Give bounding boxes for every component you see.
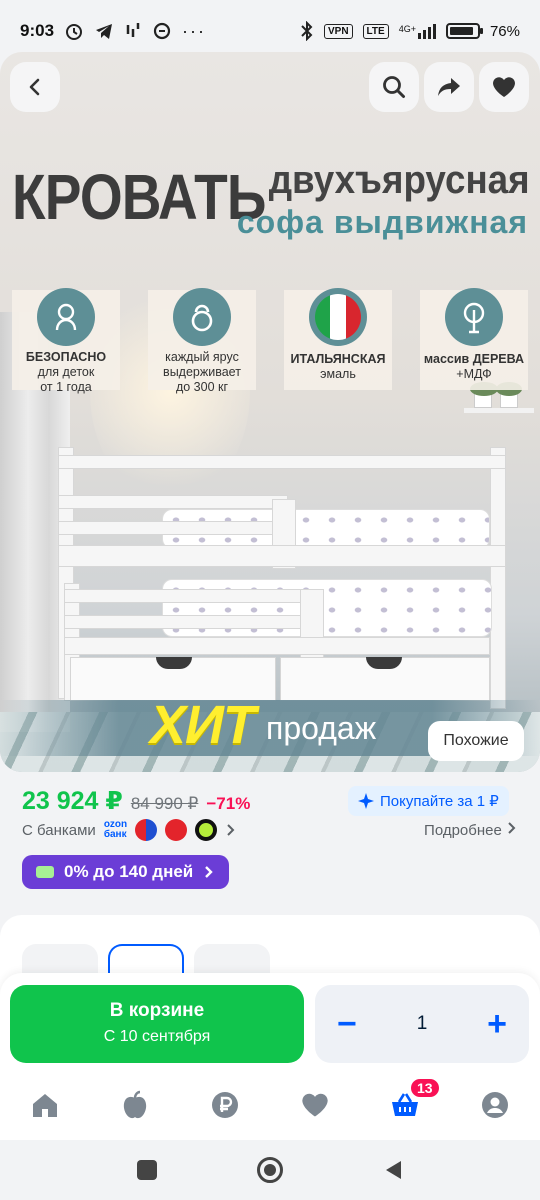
chat-icon — [153, 22, 171, 40]
kettlebell-icon — [173, 288, 231, 346]
delivery-date: С 10 сентября — [103, 1028, 211, 1045]
home-system-button[interactable] — [257, 1157, 283, 1183]
cart-count-badge: 13 — [409, 1077, 441, 1099]
feature-enamel: ИТАЛЬЯНСКАЯ эмаль — [284, 288, 392, 390]
feature-wood-bold: массив ДЕРЕВА — [423, 352, 525, 366]
feature-safe-bold: БЕЗОПАСНО — [25, 350, 107, 364]
tab-cart[interactable]: 13 — [383, 1077, 441, 1127]
tab-favorites[interactable] — [293, 1083, 337, 1127]
product-image[interactable]: КРОВАТЬ двухъярусная софа выдвижная БЕЗО… — [0, 52, 540, 772]
battery-icon — [445, 23, 483, 39]
telegram-icon — [96, 24, 113, 39]
hero-subtitle-2: софа выдвижная — [236, 204, 528, 240]
back-button[interactable] — [10, 62, 60, 112]
battery-percent: 76% — [489, 22, 520, 40]
bunk-bed-illustration — [50, 447, 506, 709]
with-banks-label: С банками — [22, 821, 96, 839]
tab-fresh[interactable] — [113, 1083, 157, 1127]
chevron-right-icon — [508, 822, 516, 834]
old-price: 84 990 ₽ — [130, 794, 199, 813]
feature-wood: массив ДЕРЕВА +МДФ — [420, 288, 528, 390]
installment-label: 0% до 140 дней — [64, 862, 194, 881]
tab-finance[interactable] — [203, 1083, 247, 1127]
search-icon — [383, 76, 405, 98]
feature-safe: БЕЗОПАСНО для деток от 1 года — [12, 288, 120, 394]
back-system-button[interactable] — [383, 1159, 403, 1181]
tab-home[interactable] — [23, 1083, 67, 1127]
heart-icon — [493, 77, 515, 97]
share-arrow-icon — [438, 78, 460, 96]
home-icon — [33, 1094, 57, 1117]
feature-weight: каждый ярус выдерживает до 300 кг — [148, 288, 256, 394]
price-row: 23 924 ₽ 84 990 ₽ −71% — [22, 786, 250, 816]
installment-button[interactable]: 0% до 140 дней — [22, 855, 230, 889]
share-button[interactable] — [424, 62, 474, 112]
tree-icon — [445, 288, 503, 346]
quantity-stepper: − 1 + — [315, 985, 529, 1063]
chevron-right-icon — [205, 866, 213, 878]
favorite-button[interactable] — [479, 62, 529, 112]
in-cart-button[interactable]: В корзине С 10 сентября — [10, 985, 304, 1063]
network-type: 4G+ — [398, 23, 416, 34]
sparkle-icon — [358, 793, 374, 809]
baby-icon — [37, 288, 95, 346]
recents-button[interactable] — [137, 1160, 157, 1180]
hero-title: КРОВАТЬ — [12, 161, 266, 233]
card-icon — [36, 866, 54, 878]
italy-flag-icon — [309, 288, 367, 346]
ruble-icon — [212, 1092, 238, 1118]
quantity-value: 1 — [416, 1013, 428, 1034]
similar-button[interactable]: Похожие — [428, 721, 524, 761]
bottom-tab-bar: 13 — [0, 1077, 540, 1132]
system-navigation-bar — [0, 1140, 540, 1200]
feature-safe-text: для деток — [37, 365, 95, 379]
chevron-left-icon — [29, 78, 40, 96]
alarm-icon — [66, 24, 83, 40]
in-cart-label: В корзине — [109, 1000, 205, 1021]
hit-big-text: ХИТ — [150, 695, 256, 755]
ozon-bank-line2: банк — [103, 829, 127, 840]
signal-app-icon — [126, 23, 140, 37]
decrease-quantity-button[interactable]: − — [337, 1007, 357, 1041]
search-button[interactable] — [369, 62, 419, 112]
ozon-bank-logo: ozon банк — [104, 820, 127, 840]
vpn-badge: VPN — [323, 23, 353, 39]
increase-quantity-button[interactable]: + — [487, 1007, 507, 1041]
more-details-label: Подробнее — [424, 822, 502, 839]
feature-safe-text2: от 1 года — [40, 380, 92, 394]
feature-enamel-bold: ИТАЛЬЯНСКАЯ — [290, 352, 386, 366]
apple-icon — [123, 1090, 147, 1119]
buy-for-label: Покупайте за 1 ₽ — [380, 793, 499, 810]
tab-profile[interactable] — [473, 1083, 517, 1127]
chevron-right-icon — [227, 824, 235, 836]
heart-icon — [302, 1093, 328, 1117]
feature-wood-text: +МДФ — [456, 367, 492, 381]
more-dots-icon: ··· — [182, 20, 207, 41]
feature-enamel-text: эмаль — [320, 367, 356, 381]
status-time: 9:03 — [20, 21, 55, 40]
hero-subtitle-1: двухъярусная — [269, 158, 530, 202]
cell-signal-icon: 4G+ — [398, 23, 436, 39]
bank-logo-green — [195, 819, 218, 841]
lte-badge: LTE — [362, 23, 389, 39]
feature-weight-text: каждый ярус выдерживает — [163, 350, 241, 379]
profile-icon — [482, 1092, 508, 1118]
discount-badge: −71% — [206, 794, 251, 813]
bluetooth-icon — [301, 21, 313, 41]
bank-logo-blue-red — [135, 819, 158, 841]
feature-weight-text2: до 300 кг — [175, 380, 229, 394]
hit-small-text: продаж — [266, 710, 377, 746]
buy-for-1-rub-button[interactable]: Покупайте за 1 ₽ — [348, 786, 509, 816]
bank-logo-red — [165, 819, 188, 841]
current-price: 23 924 ₽ — [22, 787, 123, 815]
banks-row[interactable]: С банками ozon банк — [22, 819, 237, 841]
more-details-link[interactable]: Подробнее — [424, 821, 518, 839]
